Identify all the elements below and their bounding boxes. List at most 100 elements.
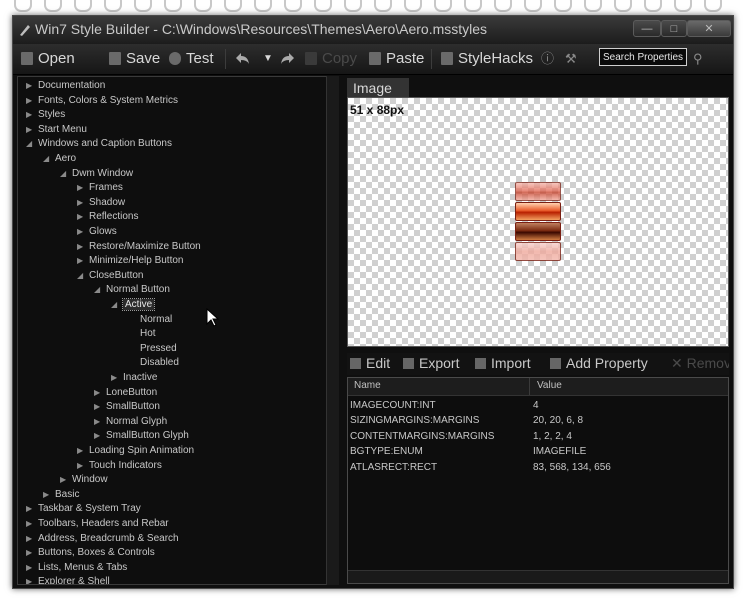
tree-item[interactable]: ▶ Buttons, Boxes & Controls — [26, 546, 155, 560]
table-row[interactable]: IMAGECOUNT:INT 4 — [348, 398, 728, 414]
tree-item[interactable]: ▶ Basic — [43, 488, 79, 502]
collapsed-arrow-icon[interactable]: ▶ — [77, 181, 85, 195]
table-row[interactable]: ATLASRECT:RECT 83, 568, 134, 656 — [348, 460, 728, 476]
collapsed-arrow-icon[interactable]: ▶ — [26, 108, 34, 122]
tree-item[interactable]: ▶ SmallButton — [94, 400, 160, 414]
remove-button[interactable]: ✕ Remove — [671, 355, 729, 372]
tree-item[interactable]: ▶ Taskbar & System Tray — [26, 502, 141, 516]
tree-item[interactable]: ▶ Explorer & Shell — [26, 575, 110, 584]
expanded-arrow-icon[interactable]: ◢ — [60, 167, 68, 181]
tree-item[interactable]: ◢ CloseButton — [77, 269, 143, 283]
collapsed-arrow-icon[interactable]: ▶ — [77, 240, 85, 254]
tree-item[interactable]: ◢ Normal Button — [94, 283, 170, 297]
test-button[interactable]: Test — [169, 48, 214, 70]
settings-button[interactable]: ⚒ — [565, 48, 577, 70]
tree-item[interactable]: ◢ Windows and Caption Buttons — [26, 137, 172, 151]
collapsed-arrow-icon[interactable]: ▶ — [26, 575, 34, 584]
collapsed-arrow-icon[interactable]: ▶ — [60, 473, 68, 487]
tree-item[interactable]: Normal — [128, 313, 172, 327]
redo-button[interactable] — [279, 48, 295, 70]
collapsed-arrow-icon[interactable]: ▶ — [26, 546, 34, 560]
import-button[interactable]: Import — [475, 355, 531, 371]
collapsed-arrow-icon[interactable]: ▶ — [94, 429, 102, 443]
collapsed-arrow-icon[interactable]: ▶ — [77, 444, 85, 458]
collapsed-arrow-icon[interactable]: ▶ — [26, 532, 34, 546]
table-row[interactable]: CONTENTMARGINS:MARGINS 1, 2, 2, 4 — [348, 429, 728, 445]
close-button[interactable]: ✕ — [687, 20, 731, 37]
search-button[interactable]: ⚲ — [693, 48, 703, 70]
tree-item[interactable]: ▶ Address, Breadcrumb & Search — [26, 532, 179, 546]
tree-item[interactable]: Hot — [128, 327, 156, 341]
edit-button[interactable]: Edit — [350, 355, 390, 371]
collapsed-arrow-icon[interactable]: ▶ — [77, 459, 85, 473]
table-row[interactable]: SIZINGMARGINS:MARGINS 20, 20, 6, 8 — [348, 413, 728, 429]
collapsed-arrow-icon[interactable]: ▶ — [43, 488, 51, 502]
save-button[interactable]: Save — [109, 48, 160, 70]
tree-item[interactable]: ▶ Toolbars, Headers and Rebar — [26, 517, 169, 531]
tree-item[interactable]: ▶ Documentation — [26, 79, 105, 93]
open-button[interactable]: Open — [21, 48, 75, 70]
collapsed-arrow-icon[interactable]: ▶ — [77, 225, 85, 239]
tree-item[interactable]: ◢ Dwm Window — [60, 167, 133, 181]
tree-item[interactable]: ▶ LoneButton — [94, 386, 157, 400]
tree-item[interactable]: ▶ Reflections — [77, 210, 138, 224]
column-value-header[interactable]: Value — [537, 380, 562, 391]
stylehacks-button[interactable]: StyleHacks — [441, 48, 533, 70]
tree-item[interactable]: ▶ Fonts, Colors & System Metrics — [26, 94, 178, 108]
collapsed-arrow-icon[interactable]: ▶ — [26, 517, 34, 531]
collapsed-arrow-icon[interactable]: ▶ — [26, 79, 34, 93]
collapsed-arrow-icon[interactable]: ▶ — [26, 561, 34, 575]
tree-item[interactable]: ▶ Glows — [77, 225, 117, 239]
tree-item[interactable]: ◢ Aero — [43, 152, 76, 166]
tree-item[interactable]: ▶ Lists, Menus & Tabs — [26, 561, 127, 575]
collapsed-arrow-icon[interactable]: ▶ — [77, 196, 85, 210]
tree-item[interactable]: ◢ Active — [111, 298, 156, 312]
collapsed-arrow-icon[interactable]: ▶ — [94, 386, 102, 400]
tree-item[interactable]: ▶ Inactive — [111, 371, 157, 385]
column-name-header[interactable]: Name — [354, 380, 381, 391]
tree-item[interactable]: ▶ Minimize/Help Button — [77, 254, 183, 268]
style-tree[interactable]: ▶ Documentation ▶ Fonts, Colors & System Me… — [17, 76, 339, 585]
expanded-arrow-icon[interactable]: ◢ — [26, 137, 34, 151]
tab-image[interactable]: Image — [347, 78, 409, 98]
collapsed-arrow-icon[interactable]: ▶ — [77, 210, 85, 224]
collapsed-arrow-icon[interactable]: ▶ — [111, 371, 119, 385]
collapsed-arrow-icon[interactable]: ▶ — [26, 123, 34, 137]
table-row[interactable]: BGTYPE:ENUM IMAGEFILE — [348, 444, 728, 460]
tree-item[interactable]: ▶ Start Menu — [26, 123, 87, 137]
collapsed-arrow-icon[interactable]: ▶ — [26, 502, 34, 516]
tree-item[interactable]: ▶ Loading Spin Animation — [77, 444, 194, 458]
horizontal-scrollbar[interactable] — [348, 570, 728, 583]
collapsed-arrow-icon[interactable]: ▶ — [77, 254, 85, 268]
collapsed-arrow-icon[interactable]: ▶ — [94, 415, 102, 429]
tree-item[interactable]: ▶ SmallButton Glyph — [94, 429, 189, 443]
tree-item[interactable]: Disabled — [128, 356, 179, 370]
paste-button[interactable]: Paste — [369, 48, 424, 70]
tree-item[interactable]: ▶ Normal Glyph — [94, 415, 167, 429]
collapsed-arrow-icon[interactable]: ▶ — [94, 400, 102, 414]
undo-button[interactable] — [235, 48, 251, 70]
minimize-button[interactable]: — — [633, 20, 661, 37]
undo-dropdown[interactable]: ▼ — [263, 48, 273, 70]
info-button[interactable]: ⓘ — [541, 48, 554, 70]
column-divider[interactable] — [529, 378, 530, 395]
maximize-button[interactable]: □ — [661, 20, 687, 37]
export-button[interactable]: Export — [403, 355, 459, 371]
tree-item[interactable]: Pressed — [128, 342, 177, 356]
copy-button[interactable]: Copy — [305, 48, 357, 70]
tree-item[interactable]: ▶ Styles — [26, 108, 65, 122]
search-input[interactable]: Search Properties — [599, 48, 687, 66]
tree-scrollbar[interactable] — [326, 76, 339, 585]
title-bar[interactable]: Win7 Style Builder - C:\Windows\Resource… — [13, 16, 733, 44]
tree-item[interactable]: ▶ Window — [60, 473, 108, 487]
tree-item[interactable]: ▶ Frames — [77, 181, 123, 195]
add-property-button[interactable]: Add Property — [550, 355, 648, 371]
expanded-arrow-icon[interactable]: ◢ — [111, 298, 119, 312]
tree-item[interactable]: ▶ Shadow — [77, 196, 125, 210]
expanded-arrow-icon[interactable]: ◢ — [43, 152, 51, 166]
tree-item[interactable]: ▶ Restore/Maximize Button — [77, 240, 201, 254]
expanded-arrow-icon[interactable]: ◢ — [77, 269, 85, 283]
collapsed-arrow-icon[interactable]: ▶ — [26, 94, 34, 108]
expanded-arrow-icon[interactable]: ◢ — [94, 283, 102, 297]
tree-item[interactable]: ▶ Touch Indicators — [77, 459, 162, 473]
